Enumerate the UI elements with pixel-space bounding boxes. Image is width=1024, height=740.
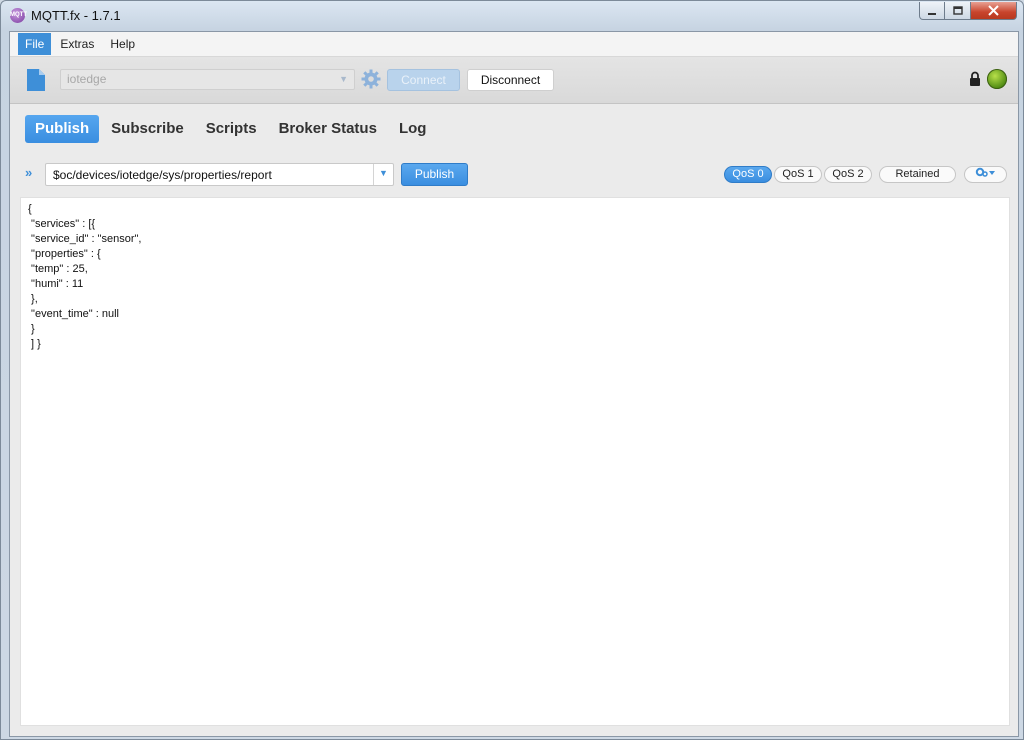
combo-divider [373,164,374,185]
payload-editor[interactable]: { "services" : [{ "service_id" : "sensor… [20,197,1010,726]
topic-input[interactable]: $oc/devices/iotedge/sys/properties/repor… [45,163,394,186]
connect-button[interactable]: Connect [387,69,460,91]
qos-2-toggle[interactable]: QoS 2 [824,166,872,183]
lock-icon [970,71,980,86]
app-window: MQTT MQTT.fx - 1.7.1 File Extras Help io… [0,0,1024,740]
menu-file[interactable]: File [18,33,52,55]
tab-subscribe[interactable]: Subscribe [101,115,194,143]
profile-value: iotedge [67,72,107,86]
tab-scripts[interactable]: Scripts [196,115,267,143]
tab-broker-status[interactable]: Broker Status [269,115,387,143]
chevron-down-icon[interactable]: ▼ [379,168,388,178]
publish-options-button[interactable] [964,166,1007,183]
file-icon[interactable] [26,68,46,92]
window-controls [919,2,1017,20]
publish-button[interactable]: Publish [401,163,468,186]
close-button[interactable] [971,2,1017,20]
close-icon [988,5,999,16]
disconnect-button[interactable]: Disconnect [467,69,554,91]
retained-toggle[interactable]: Retained [879,166,956,183]
minimize-icon [928,12,936,15]
main-tabs: Publish Subscribe Scripts Broker Status … [25,115,438,143]
expand-icon[interactable]: » [25,165,32,180]
qos-0-toggle[interactable]: QoS 0 [724,166,772,183]
window-title: MQTT.fx - 1.7.1 [31,8,121,23]
title-bar: MQTT MQTT.fx - 1.7.1 [1,1,1023,31]
app-logo-icon: MQTT [10,8,27,23]
profile-select[interactable]: iotedge ▼ [60,69,355,90]
topic-value: $oc/devices/iotedge/sys/properties/repor… [53,168,272,182]
menu-extras[interactable]: Extras [53,33,101,55]
gear-icon[interactable] [361,69,381,89]
maximize-icon [952,5,963,15]
tab-publish[interactable]: Publish [25,115,100,143]
qos-1-toggle[interactable]: QoS 1 [774,166,822,183]
chevron-down-icon: ▼ [339,74,348,84]
tab-log[interactable]: Log [389,115,437,143]
payload-text: { "services" : [{ "service_id" : "sensor… [28,203,142,350]
menu-bar: File Extras Help [10,32,1018,57]
client-area: File Extras Help iotedge ▼ Connect Disco… [9,31,1019,737]
maximize-button[interactable] [945,2,971,20]
connection-status-indicator [987,69,1007,89]
menu-help[interactable]: Help [103,33,142,55]
minimize-button[interactable] [919,2,945,20]
gears-dropdown-icon [975,167,995,177]
connection-toolbar: iotedge ▼ Connect Disconnect [10,57,1018,104]
